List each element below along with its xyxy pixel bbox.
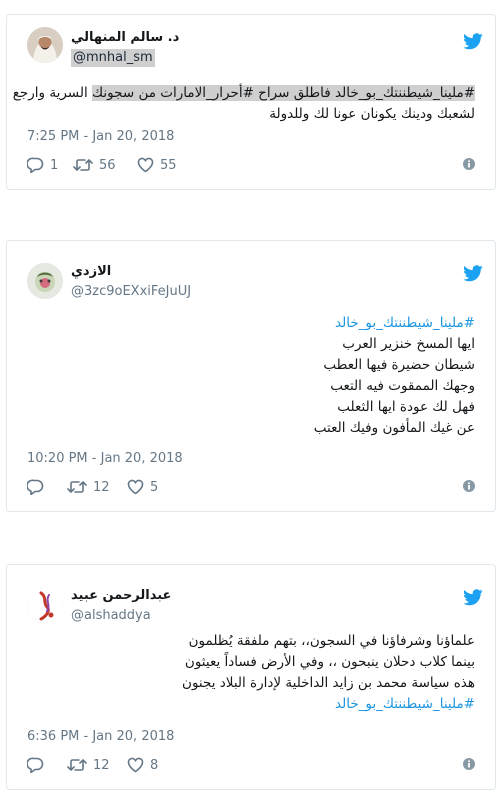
tweet-timestamp[interactable]: 6:36 PM - Jan 20, 2018: [27, 729, 174, 744]
reply-icon: [27, 479, 44, 495]
like-button[interactable]: 5: [127, 477, 158, 497]
author-display-name[interactable]: الازدي: [71, 263, 401, 280]
reply-button[interactable]: 1: [27, 155, 58, 175]
twitter-bird-icon[interactable]: [463, 265, 483, 282]
retweet-count: 12: [93, 479, 110, 495]
author-handle[interactable]: @mnhal_sm: [71, 49, 155, 67]
tweet-text-line: عن غيك المأفون وفيك العتب: [313, 420, 475, 436]
tweet-text-line: شيطان حضيرة فيها العطب: [323, 357, 475, 373]
avatar-image: [27, 263, 63, 299]
tweet-text-line: علماؤنا وشرفاؤنا في السجون،، بتهم ملفقة …: [188, 633, 475, 649]
retweet-button[interactable]: 12: [67, 755, 110, 775]
retweet-count: 56: [99, 157, 116, 173]
avatar[interactable]: [27, 263, 63, 299]
tweet-text: #ملينا_شيطننتك_بو_خالد فاطلق سراح #أحرار…: [13, 83, 475, 125]
tweet-text-line: ايها المسخ خنزير العرب: [342, 336, 475, 352]
like-button[interactable]: 8: [127, 755, 158, 775]
retweet-button[interactable]: 56: [73, 155, 116, 175]
twitter-bird-icon[interactable]: [463, 589, 483, 606]
retweet-button[interactable]: 12: [67, 477, 110, 497]
avatar[interactable]: [27, 587, 63, 623]
like-count: 55: [160, 157, 177, 173]
tweet-text-line: وجهك الممقوت فيه التعب: [330, 378, 475, 394]
retweet-count: 12: [93, 757, 110, 773]
like-button[interactable]: 55: [137, 155, 177, 175]
highlighted-text: #ملينا_شيطننتك_بو_خالد فاطلق سراح #أحرار…: [92, 85, 475, 101]
author-block[interactable]: عبدالرحمن عبيد @alshaddya: [71, 587, 401, 625]
reply-icon: [27, 757, 44, 773]
author-block[interactable]: د. سالم المنهالي @mnhal_sm: [71, 29, 401, 67]
tweet-card[interactable]: الازدي @3zc9oEXxiFeJuUJ #ملينا_شيطننتك_ب…: [6, 240, 496, 512]
tweet-text-line: #ملينا_شيطننتك_بو_خالد فاطلق سراح #أحرار…: [13, 83, 475, 104]
heart-icon: [127, 757, 144, 773]
tweet-timestamp[interactable]: 10:20 PM - Jan 20, 2018: [27, 451, 183, 466]
author-handle[interactable]: @alshaddya: [71, 607, 151, 625]
tweet-text-line: فهل لك عودة ايها الثعلب: [337, 399, 475, 415]
tweet-text: علماؤنا وشرفاؤنا في السجون،، بتهم ملفقة …: [27, 631, 475, 715]
info-icon[interactable]: [463, 758, 475, 770]
reply-count: 1: [50, 157, 59, 173]
retweet-icon: [67, 759, 87, 771]
heart-icon: [127, 479, 144, 495]
hashtag-link[interactable]: #ملينا_شيطننتك_بو_خالد: [27, 694, 475, 715]
like-count: 8: [150, 757, 159, 773]
tweet-timestamp[interactable]: 7:25 PM - Jan 20, 2018: [27, 129, 174, 144]
avatar-image: [27, 27, 63, 63]
author-display-name[interactable]: د. سالم المنهالي: [71, 29, 401, 46]
hashtag-link[interactable]: #ملينا_شيطننتك_بو_خالد: [27, 313, 475, 334]
tweet-card[interactable]: د. سالم المنهالي @mnhal_sm #ملينا_شيطننت…: [6, 14, 496, 190]
tweet-text: #ملينا_شيطننتك_بو_خالد ايها المسخ خنزير …: [27, 313, 475, 439]
tweet-actions: 12 5: [27, 477, 475, 497]
avatar-image: [27, 587, 63, 623]
info-icon[interactable]: [463, 480, 475, 492]
tweet-text-segment: السرية وارجع: [12, 85, 93, 101]
tweet-text-line: هذه سياسة محمد بن زايد الداخلية لإدارة ا…: [182, 675, 475, 691]
tweet-text-line: بينما كلاب دحلان ينبحون ،، وفي الأرض فسا…: [184, 654, 475, 670]
tweet-actions: 12 8: [27, 755, 475, 775]
twitter-bird-icon[interactable]: [463, 33, 483, 50]
avatar[interactable]: [27, 27, 63, 63]
tweet-actions: 1 56 55: [27, 155, 475, 175]
author-display-name[interactable]: عبدالرحمن عبيد: [71, 587, 401, 604]
tweet-card[interactable]: عبدالرحمن عبيد @alshaddya علماؤنا وشرفاؤ…: [6, 564, 496, 790]
retweet-icon: [73, 159, 93, 171]
author-handle[interactable]: @3zc9oEXxiFeJuUJ: [71, 283, 191, 301]
like-count: 5: [150, 479, 159, 495]
reply-icon: [27, 157, 44, 173]
retweet-icon: [67, 481, 87, 493]
author-block[interactable]: الازدي @3zc9oEXxiFeJuUJ: [71, 263, 401, 301]
reply-button[interactable]: [27, 755, 50, 775]
tweet-text-line: لشعبك ودينك يكونان عونا لك وللدولة: [269, 106, 475, 122]
info-icon[interactable]: [463, 158, 475, 170]
heart-icon: [137, 157, 154, 173]
reply-button[interactable]: [27, 477, 50, 497]
